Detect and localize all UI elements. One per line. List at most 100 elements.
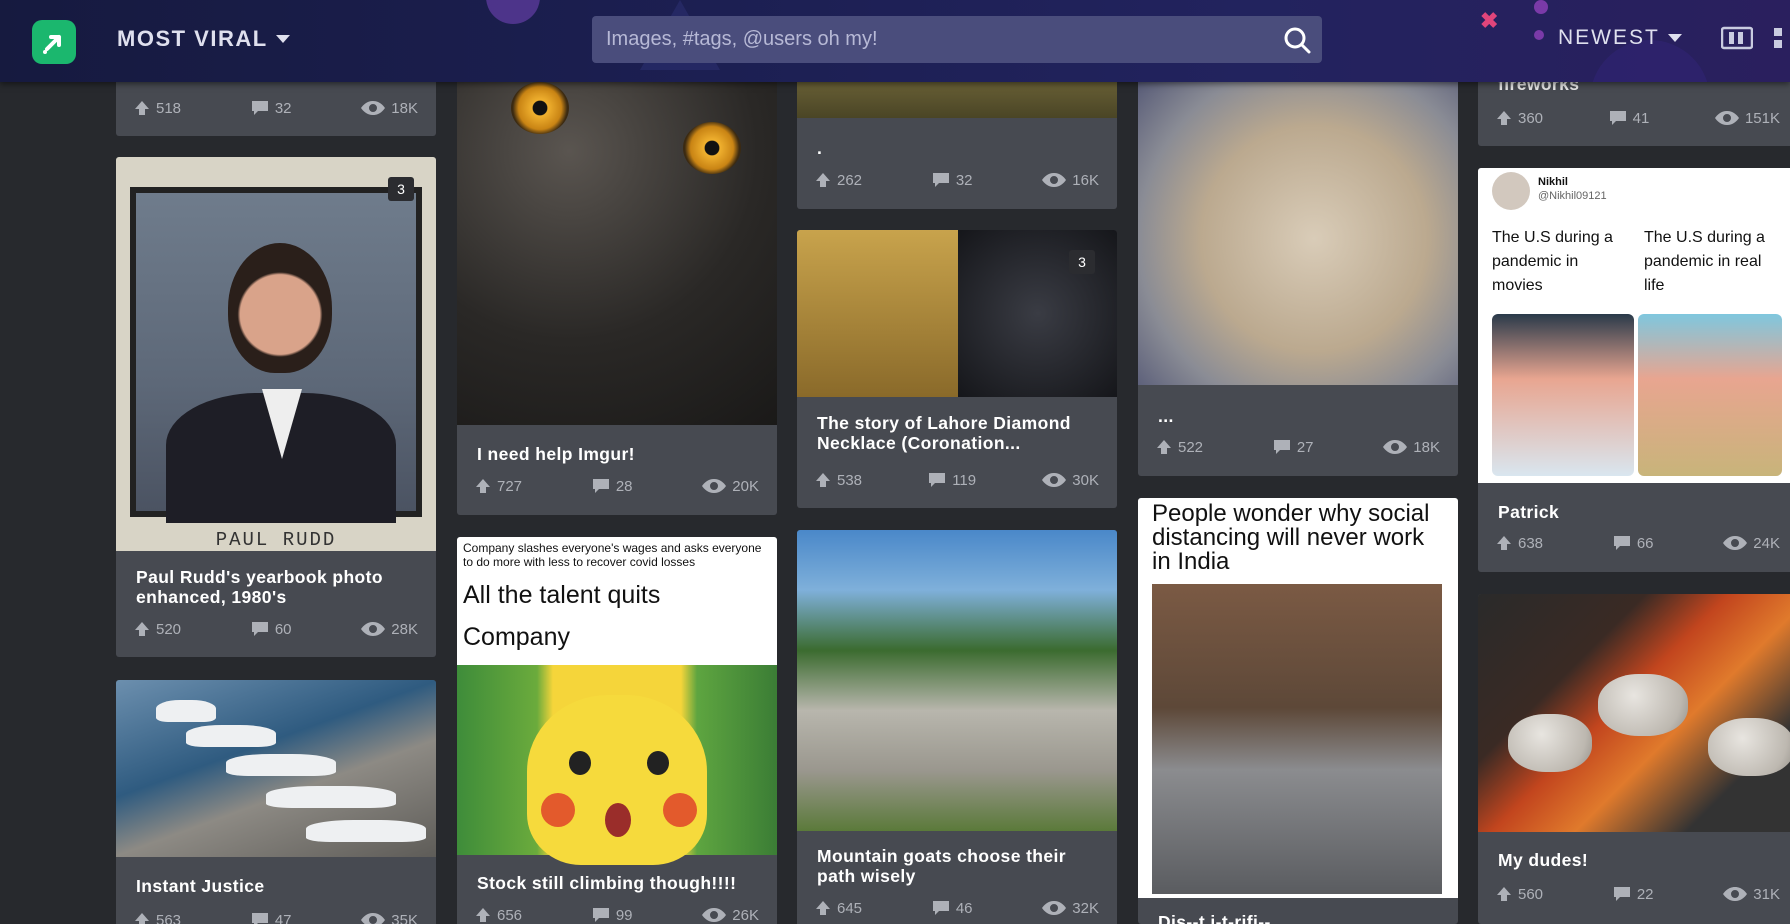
upvote-count: 538 (837, 471, 863, 489)
chevron-down-icon (1667, 34, 1682, 42)
upvote-stat: 360 (1496, 110, 1543, 127)
comment-count: 47 (274, 911, 292, 924)
view-count: 18K (1413, 438, 1440, 456)
view-columns-icon (1720, 26, 1754, 50)
eye-icon (361, 101, 386, 115)
comment-count: 66 (1636, 534, 1654, 552)
post-card[interactable]: Nikhil @Nikhil09121 The U.S during a pan… (1478, 168, 1790, 572)
post-card[interactable]: 3 The story of Lahore Diamond Necklace (… (797, 230, 1117, 508)
search-input[interactable] (592, 16, 1272, 63)
tweet-author-handle: @Nikhil09121 (1538, 190, 1607, 202)
sort-dropdown[interactable]: NEWEST (1558, 26, 1682, 50)
eye-icon (361, 913, 386, 924)
header-decoration (1534, 0, 1548, 14)
meme-caption: Company slashes everyone's wages and ask… (463, 541, 762, 569)
post-thumbnail (457, 60, 777, 425)
header-decoration (1534, 30, 1544, 40)
post-title: Stock still climbing though!!!! (477, 873, 737, 893)
comment-count: 22 (1636, 885, 1654, 903)
imgur-logo[interactable] (32, 20, 76, 64)
post-stats: 638 66 24K (1496, 533, 1780, 553)
upvote-arrow-icon (135, 913, 149, 924)
comment-count: 41 (1632, 109, 1650, 127)
post-card[interactable]: People wonder why social distancing will… (1138, 498, 1458, 924)
search-button[interactable] (1272, 16, 1322, 63)
view-count: 28K (391, 620, 418, 638)
upvote-count: 522 (1178, 438, 1204, 456)
post-thumbnail: People wonder why social distancing will… (1138, 498, 1458, 898)
header-decoration (486, 0, 540, 24)
post-stats: 538 119 30K (815, 470, 1099, 490)
tile-view-button[interactable] (1772, 26, 1790, 50)
post-stats: 563 47 35K (134, 910, 418, 924)
post-thumbnail (1138, 60, 1458, 385)
post-stats: 645 46 32K (815, 898, 1099, 918)
comment-bubble-icon (932, 901, 949, 915)
post-card[interactable]: ... 522 27 18K (1138, 60, 1458, 476)
eye-icon (361, 622, 386, 636)
comment-stat: 41 (1609, 109, 1650, 127)
eye-icon (1723, 536, 1748, 550)
upvote-stat: 518 (134, 100, 181, 117)
comment-stat: 32 (932, 172, 973, 189)
comment-count: 27 (1296, 438, 1314, 456)
upvote-arrow-icon (135, 622, 149, 636)
post-card[interactable]: I need help Imgur! 727 28 20K (457, 60, 777, 515)
post-card[interactable]: Instant Justice 563 47 35K (116, 680, 436, 924)
view-grid-icon (1774, 28, 1782, 48)
view-stat: 151K (1714, 110, 1780, 127)
view-count: 32K (1072, 899, 1099, 917)
upvote-arrow-icon (476, 908, 490, 922)
eye-icon (702, 479, 727, 493)
upvote-count: 520 (156, 620, 182, 638)
post-thumbnail (1478, 594, 1790, 832)
comment-bubble-icon (1613, 887, 1630, 901)
view-stat: 18K (1383, 439, 1440, 456)
comment-stat: 66 (1613, 535, 1654, 552)
post-stats: 518 32 18K (134, 98, 418, 118)
post-stats: 522 27 18K (1156, 437, 1440, 457)
view-stat: 26K (702, 907, 759, 924)
comment-count: 46 (955, 899, 973, 917)
view-stat: 31K (1723, 886, 1780, 903)
post-card[interactable]: PAUL RUDD 3 Paul Rudd's yearbook photo e… (116, 157, 436, 657)
tweet-text-left: The U.S during a pandemic in movies (1492, 229, 1613, 294)
comment-stat: 119 (928, 472, 976, 489)
upvote-count: 645 (837, 899, 863, 917)
section-dropdown-label: MOST VIRAL (117, 26, 268, 51)
post-card[interactable]: Mountain goats choose their path wisely … (797, 530, 1117, 924)
view-stat: 16K (1042, 172, 1099, 189)
post-card[interactable]: . 262 32 16K (797, 60, 1117, 209)
post-thumbnail: PAUL RUDD (116, 157, 436, 551)
post-title: My dudes! (1498, 850, 1589, 870)
view-count: 26K (732, 906, 759, 924)
meme-line: Company (463, 623, 570, 651)
album-count-badge: 3 (1069, 250, 1095, 274)
upvote-count: 262 (837, 171, 863, 189)
comment-bubble-icon (251, 622, 268, 636)
comment-bubble-icon (1273, 440, 1290, 454)
view-count: 35K (391, 911, 418, 924)
upvote-count: 638 (1518, 534, 1544, 552)
meme-text: People wonder why social distancing will… (1152, 500, 1430, 575)
section-dropdown[interactable]: MOST VIRAL (117, 26, 290, 52)
post-title: Instant Justice (136, 876, 265, 896)
post-stats: 520 60 28K (134, 619, 418, 639)
view-stat: 30K (1042, 472, 1099, 489)
post-title: Mountain goats choose their path wisely (817, 846, 1067, 886)
eye-icon (1714, 111, 1739, 125)
post-title: Dis--t i-t-rifi-- (1158, 912, 1271, 924)
grid-view-button[interactable] (1720, 26, 1754, 50)
eye-icon (1383, 440, 1408, 454)
upvote-arrow-icon (1497, 111, 1511, 125)
post-card[interactable]: My dudes! 560 22 31K (1478, 594, 1790, 924)
logo-arrow-icon (43, 35, 61, 54)
post-card[interactable]: Company slashes everyone's wages and ask… (457, 537, 777, 924)
post-thumbnail (797, 230, 958, 397)
avatar (1492, 172, 1530, 210)
tweet-image (1492, 314, 1634, 476)
upvote-arrow-icon (1497, 536, 1511, 550)
post-stats: 560 22 31K (1496, 884, 1780, 904)
upvote-count: 518 (156, 99, 182, 117)
upvote-count: 727 (497, 477, 523, 495)
